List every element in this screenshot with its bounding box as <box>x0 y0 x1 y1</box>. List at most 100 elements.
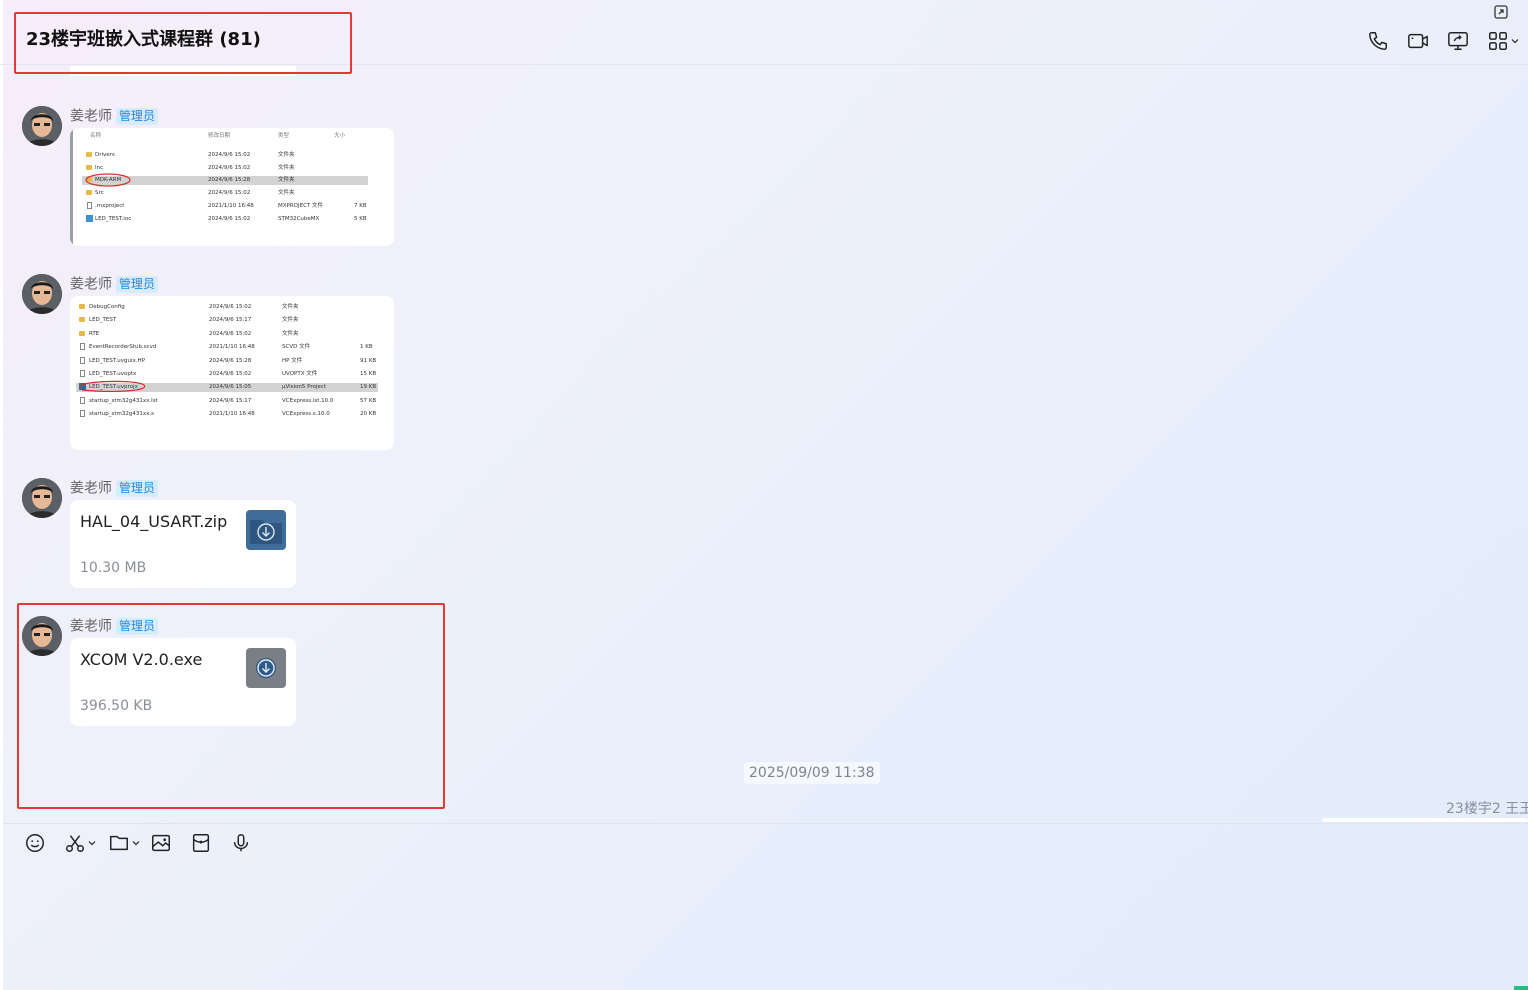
explorer-screenshot: 名称 修改日期 类型 大小 Drivers 2024/9/6 15:02 文件夹… <box>82 132 382 242</box>
file-name: HAL_04_USART.zip <box>80 512 228 531</box>
file-folder-icon[interactable] <box>108 832 140 854</box>
row-size: 91 KB <box>360 358 377 364</box>
admin-badge: 管理员 <box>116 618 159 635</box>
status-corner <box>1514 986 1528 990</box>
exe-download-icon[interactable] <box>246 648 286 688</box>
message-item: 姜老师 管理员 名称 修改日期 类型 大小 Drivers 2024/9/6 15… <box>22 106 402 248</box>
row-size: 57 KB <box>360 398 377 404</box>
file-icon <box>80 370 85 377</box>
row-type: SCVD 文件 <box>282 344 311 350</box>
emoji-icon[interactable] <box>24 832 46 854</box>
chat-title: 23楼宇班嵌入式课程群 (81) <box>26 29 261 50</box>
folder-icon <box>79 331 85 336</box>
row-name: RTE <box>89 331 100 337</box>
row-type: VCExpress.s.10.0 <box>282 411 330 417</box>
message-item: 姜老师 管理员 XCOM V2.0.exe 396.50 KB <box>22 616 312 728</box>
sender-line: 姜老师 管理员 <box>70 276 159 293</box>
col-date-header: 修改日期 <box>208 133 231 139</box>
row-size: 15 KB <box>360 371 377 377</box>
chevron-down-icon <box>1511 37 1519 45</box>
folder-icon <box>79 304 85 309</box>
file-size: 396.50 KB <box>80 698 153 714</box>
row-size: 1 KB <box>360 344 373 350</box>
explorer-row: startup_stm32g431xx.s 2021/1/10 16:48 VC… <box>76 410 380 419</box>
row-date: 2024/9/6 15:02 <box>208 190 251 196</box>
sender-name[interactable]: 姜老师 <box>70 277 112 293</box>
col-size-header: 大小 <box>334 133 346 139</box>
previous-message-bubble-edge <box>70 66 296 76</box>
row-date: 2024/9/6 15:02 <box>208 165 251 171</box>
apps-grid-icon[interactable] <box>1487 30 1523 52</box>
message-item: 姜老师 管理员 HAL_04_USART.zip 10.30 MB <box>22 478 312 590</box>
file-icon <box>87 202 92 209</box>
explorer-row: Drivers 2024/9/6 15:02 文件夹 <box>82 151 382 160</box>
col-type-header: 类型 <box>278 133 290 139</box>
row-name: .mxproject <box>95 203 125 209</box>
avatar[interactable] <box>22 106 62 146</box>
timestamp-separator: 2025/09/09 11:38 <box>744 762 880 784</box>
row-date: 2021/1/10 16:48 <box>208 203 254 209</box>
chevron-down-icon[interactable] <box>132 839 140 847</box>
file-name: XCOM V2.0.exe <box>80 650 203 669</box>
row-type: µVision5 Project <box>282 384 326 390</box>
explorer-row-selected: MDK-ARM 2024/9/6 15:28 文件夹 <box>82 173 368 187</box>
row-date: 2024/9/6 15:02 <box>209 331 252 337</box>
sender-name[interactable]: 姜老师 <box>70 481 112 497</box>
explorer-row: DebugConfig 2024/9/6 15:02 文件夹 <box>76 303 380 312</box>
folder-icon <box>86 190 92 195</box>
explorer-row: .mxproject 2021/1/10 16:48 MXPROJECT 文件 … <box>82 202 382 211</box>
image-message[interactable]: 名称 修改日期 类型 大小 Drivers 2024/9/6 15:02 文件夹… <box>70 128 394 246</box>
chat-header: 23楼宇班嵌入式课程群 (81) <box>0 0 1528 65</box>
stm32cubemx-icon <box>86 215 93 222</box>
explorer-row: Inc 2024/9/6 15:02 文件夹 <box>82 164 382 173</box>
row-type: STM32CubeMX <box>278 216 320 222</box>
chevron-down-icon[interactable] <box>88 839 96 847</box>
file-message[interactable]: XCOM V2.0.exe 396.50 KB <box>70 638 296 726</box>
row-name: startup_stm32g431xx.s <box>89 411 155 417</box>
microphone-icon[interactable] <box>230 832 252 854</box>
image-icon[interactable] <box>150 832 172 854</box>
row-name: Drivers <box>95 152 115 158</box>
row-date: 2021/1/10 16:48 <box>209 344 255 350</box>
folder-icon <box>86 152 92 157</box>
pin-window-icon[interactable] <box>1493 4 1509 20</box>
file-icon <box>80 343 85 350</box>
file-icon <box>80 410 85 417</box>
row-name: LED_TEST.uvoptx <box>89 371 137 377</box>
file-size: 10.30 MB <box>80 560 147 576</box>
file-icon <box>80 357 85 364</box>
explorer-row: RTE 2024/9/6 15:02 文件夹 <box>76 330 380 339</box>
row-size: 19 KB <box>360 384 377 390</box>
folder-icon <box>79 317 85 322</box>
explorer-row: startup_stm32g431xx.lst 2024/9/6 15:17 V… <box>76 397 380 406</box>
row-size: 5 KB <box>354 216 367 222</box>
red-packet-icon[interactable] <box>190 832 212 854</box>
row-name: EventRecorderStub.scvd <box>89 344 157 350</box>
screen-share-icon[interactable] <box>1447 30 1469 52</box>
video-call-icon[interactable] <box>1407 30 1429 52</box>
row-type: 文件夹 <box>278 177 295 183</box>
explorer-screenshot: DebugConfig 2024/9/6 15:02 文件夹 LED_TEST … <box>76 303 380 443</box>
row-size: 7 KB <box>354 203 367 209</box>
sender-name[interactable]: 姜老师 <box>70 619 112 635</box>
sender-name[interactable]: 姜老师 <box>70 109 112 125</box>
row-type: MXPROJECT 文件 <box>278 203 324 209</box>
image-message[interactable]: DebugConfig 2024/9/6 15:02 文件夹 LED_TEST … <box>70 296 394 450</box>
explorer-header-row: 名称 修改日期 类型 大小 <box>82 132 382 141</box>
screenshot-scissors-icon[interactable] <box>64 832 96 854</box>
avatar[interactable] <box>22 478 62 518</box>
zip-folder-download-icon[interactable] <box>246 510 286 550</box>
row-type: 文件夹 <box>278 190 295 196</box>
avatar[interactable] <box>22 274 62 314</box>
row-type: 文件夹 <box>278 152 295 158</box>
explorer-row: EventRecorderStub.scvd 2021/1/10 16:48 S… <box>76 343 380 352</box>
row-name: DebugConfig <box>89 304 125 310</box>
sender-line: 姜老师 管理员 <box>70 480 159 497</box>
file-message[interactable]: HAL_04_USART.zip 10.30 MB <box>70 500 296 588</box>
avatar[interactable] <box>22 616 62 656</box>
row-date: 2024/9/6 15:28 <box>209 358 252 364</box>
explorer-row: Src 2024/9/6 15:02 文件夹 <box>82 189 382 198</box>
input-divider <box>3 823 1528 824</box>
phone-icon[interactable] <box>1367 30 1389 52</box>
sender-line: 姜老师 管理员 <box>70 108 159 125</box>
